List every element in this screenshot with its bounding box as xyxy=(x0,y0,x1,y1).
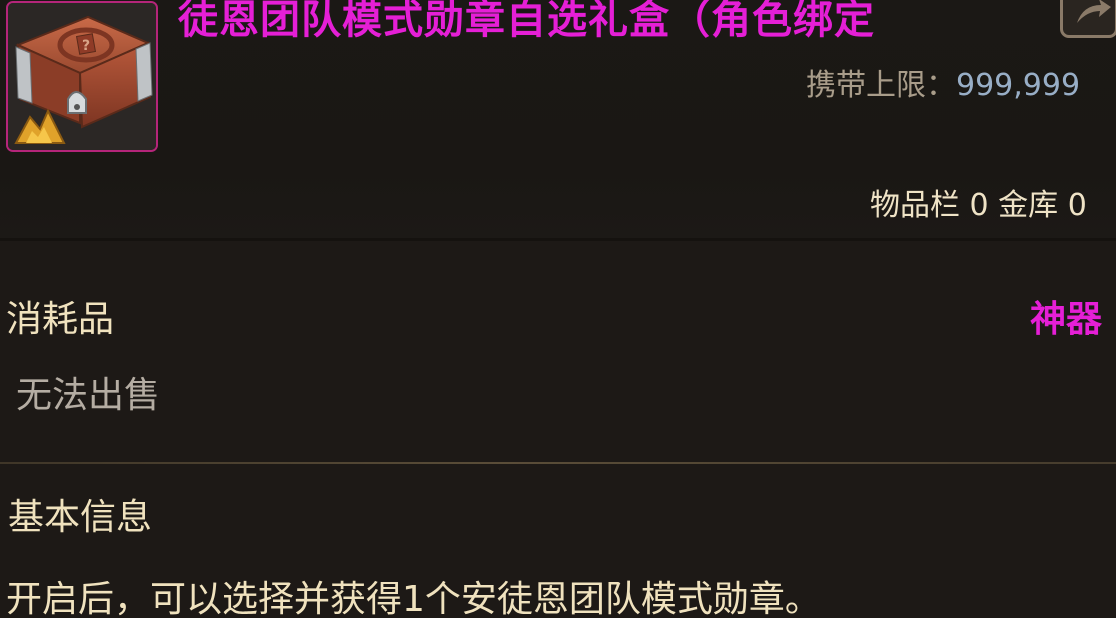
item-icon-frame[interactable]: ? xyxy=(6,1,158,152)
treasure-chest-icon: ? xyxy=(8,3,156,150)
carry-limit-label: 携带上限： xyxy=(806,68,956,103)
carry-limit-value: 999,999 xyxy=(956,68,1081,103)
storage-count: 物品栏 0 金库 0 xyxy=(870,188,1087,223)
item-rarity: 神器 xyxy=(1029,299,1102,340)
item-category: 消耗品 xyxy=(6,299,115,340)
carry-limit: 携带上限：999,999 xyxy=(806,66,1080,106)
svg-text:?: ? xyxy=(82,38,90,54)
item-tooltip: ? 徒恩团队模式勋章自选礼盒（角色绑定 携带上限：999,999 物品栏 0 金… xyxy=(0,0,1116,618)
header-divider xyxy=(0,238,1116,241)
item-name: 徒恩团队模式勋章自选礼盒（角色绑定 xyxy=(178,0,875,43)
basic-info-title: 基本信息 xyxy=(8,497,153,538)
share-button[interactable] xyxy=(1060,0,1116,38)
section-divider xyxy=(0,462,1116,464)
basic-info-description: 开启后，可以选择并获得1个安徒恩团队模式勋章。 xyxy=(6,579,821,618)
item-header: ? 徒恩团队模式勋章自选礼盒（角色绑定 携带上限：999,999 物品栏 0 金… xyxy=(0,0,1116,240)
sale-status: 无法出售 xyxy=(16,375,161,416)
share-icon xyxy=(1077,0,1111,23)
